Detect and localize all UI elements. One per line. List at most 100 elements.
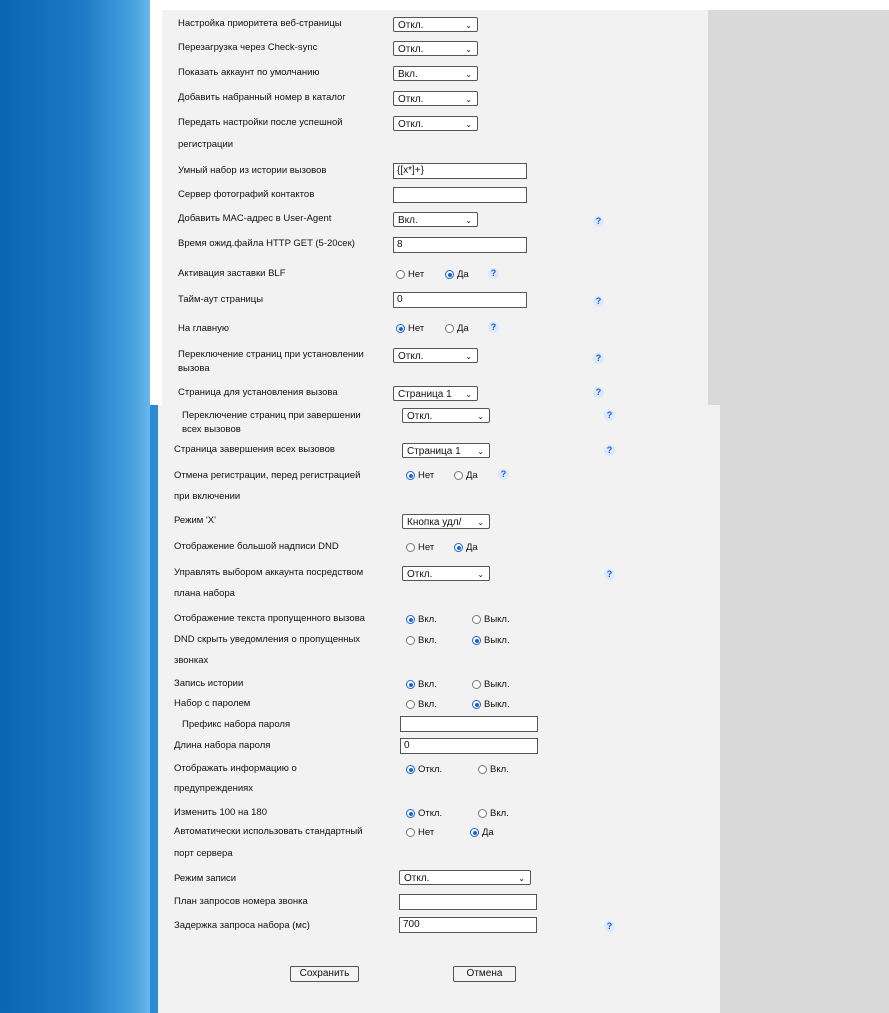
radio-label: Вкл. bbox=[418, 679, 437, 690]
help-icon[interactable]: ? bbox=[604, 921, 615, 932]
help-icon[interactable]: ? bbox=[488, 268, 499, 279]
end-calls-page-select[interactable]: Страница 1 ⌄ bbox=[402, 443, 490, 458]
left-sidebar-strip bbox=[150, 405, 158, 1013]
radio-circle bbox=[406, 615, 415, 624]
select-value: Откл. bbox=[398, 94, 424, 105]
password-prefix-input[interactable] bbox=[400, 716, 538, 732]
change-off-radio[interactable]: Откл. bbox=[406, 808, 442, 819]
ring-number-plan-input[interactable] bbox=[399, 894, 537, 910]
transfer-settings-label: Передать настройки после успешной bbox=[178, 117, 343, 128]
page-switch-call-select[interactable]: Откл. ⌄ bbox=[393, 348, 478, 363]
auto-port-label: Автоматически использовать стандартный bbox=[174, 826, 363, 837]
select-value: Откл. bbox=[404, 873, 430, 884]
help-icon[interactable]: ? bbox=[604, 445, 615, 456]
blf-no-radio[interactable]: Нет bbox=[396, 269, 424, 280]
radio-circle bbox=[472, 680, 481, 689]
radio-circle bbox=[478, 809, 487, 818]
add-dialed-select[interactable]: Откл. ⌄ bbox=[393, 91, 478, 106]
photo-server-input[interactable] bbox=[393, 187, 527, 203]
radio-label: Да bbox=[457, 269, 469, 280]
reboot-checksync-select[interactable]: Откл. ⌄ bbox=[393, 41, 478, 56]
page-switch-end-select[interactable]: Откл. ⌄ bbox=[402, 408, 490, 423]
mac-useragent-select[interactable]: Вкл. ⌄ bbox=[393, 212, 478, 227]
chevron-down-icon: ⌄ bbox=[477, 570, 484, 579]
dnd-hide-label-2: звонках bbox=[174, 655, 209, 666]
chevron-down-icon: ⌄ bbox=[477, 518, 484, 527]
select-value: Откл. bbox=[407, 569, 433, 580]
page-timeout-input[interactable]: 0 bbox=[393, 292, 527, 308]
radio-circle bbox=[396, 324, 405, 333]
radio-label: Да bbox=[457, 323, 469, 334]
http-get-timeout-input[interactable]: 8 bbox=[393, 237, 527, 253]
password-dial-on-radio[interactable]: Вкл. bbox=[406, 699, 437, 710]
radio-circle bbox=[406, 543, 415, 552]
big-dnd-yes-radio[interactable]: Да bbox=[454, 542, 478, 553]
account-dialplan-select[interactable]: Откл. ⌄ bbox=[402, 566, 490, 581]
account-dialplan-label: Управлять выбором аккаунта посредством bbox=[174, 567, 364, 578]
record-mode-select[interactable]: Откл. ⌄ bbox=[399, 870, 531, 885]
password-dial-off-radio[interactable]: Выкл. bbox=[472, 699, 510, 710]
home-yes-radio[interactable]: Да bbox=[445, 323, 469, 334]
help-icon[interactable]: ? bbox=[604, 569, 615, 580]
dnd-hide-label: DND скрыть уведомления о пропущенных bbox=[174, 634, 361, 645]
radio-circle bbox=[470, 828, 479, 837]
call-setup-page-select[interactable]: Страница 1 ⌄ bbox=[393, 386, 478, 401]
warnings-off-radio[interactable]: Откл. bbox=[406, 764, 442, 775]
help-icon[interactable]: ? bbox=[488, 322, 499, 333]
cancel-button[interactable]: Отмена bbox=[453, 966, 516, 982]
radio-circle bbox=[406, 700, 415, 709]
auto-port-yes-radio[interactable]: Да bbox=[470, 827, 494, 838]
chevron-down-icon: ⌄ bbox=[465, 390, 472, 399]
dial-delay-input[interactable]: 700 bbox=[399, 917, 537, 933]
select-value: Откл. bbox=[398, 351, 424, 362]
missed-text-label: Отображение текста пропущенного вызова bbox=[174, 613, 365, 624]
big-dnd-label: Отображение большой надписи DND bbox=[174, 541, 339, 552]
blf-yes-radio[interactable]: Да bbox=[445, 269, 469, 280]
radio-label: Нет bbox=[408, 323, 425, 334]
radio-circle bbox=[406, 765, 415, 774]
select-value: Откл. bbox=[398, 44, 424, 55]
show-default-account-select[interactable]: Вкл. ⌄ bbox=[393, 66, 478, 81]
warnings-on-radio[interactable]: Вкл. bbox=[478, 764, 509, 775]
warnings-label-2: предупреждениях bbox=[174, 783, 254, 794]
chevron-down-icon: ⌄ bbox=[518, 874, 525, 883]
select-value: Страница 1 bbox=[398, 389, 452, 400]
smart-dial-input[interactable]: {[x*]+} bbox=[393, 163, 527, 179]
help-icon[interactable]: ? bbox=[593, 296, 604, 307]
help-icon[interactable]: ? bbox=[593, 387, 604, 398]
end-calls-page-label: Страница завершения всех вызовов bbox=[174, 444, 335, 455]
radio-circle bbox=[406, 809, 415, 818]
change-on-radio[interactable]: Вкл. bbox=[478, 808, 509, 819]
password-dial-label: Набор с паролем bbox=[174, 698, 251, 709]
home-no-radio[interactable]: Нет bbox=[396, 323, 424, 334]
web-priority-select[interactable]: Откл. ⌄ bbox=[393, 17, 478, 32]
unregister-yes-radio[interactable]: Да bbox=[454, 470, 478, 481]
help-icon[interactable]: ? bbox=[498, 469, 509, 480]
missed-text-on-radio[interactable]: Вкл. bbox=[406, 614, 437, 625]
select-value: Кнопка удл/ bbox=[407, 517, 462, 528]
page-switch-call-label-2: вызова bbox=[178, 363, 210, 374]
history-off-radio[interactable]: Выкл. bbox=[472, 679, 510, 690]
auto-port-no-radio[interactable]: Нет bbox=[406, 827, 434, 838]
smart-dial-label: Умный набор из истории вызовов bbox=[178, 165, 327, 176]
radio-label: Откл. bbox=[418, 764, 443, 775]
radio-label: Нет bbox=[408, 269, 425, 280]
help-icon[interactable]: ? bbox=[593, 216, 604, 227]
dnd-hide-on-radio[interactable]: Вкл. bbox=[406, 635, 437, 646]
password-length-input[interactable]: 0 bbox=[400, 738, 538, 754]
chevron-down-icon: ⌄ bbox=[465, 45, 472, 54]
x-mode-select[interactable]: Кнопка удл/ ⌄ bbox=[402, 514, 490, 529]
transfer-settings-select[interactable]: Откл. ⌄ bbox=[393, 116, 478, 131]
dial-delay-label: Задержка запроса набора (мс) bbox=[174, 920, 310, 931]
big-dnd-no-radio[interactable]: Нет bbox=[406, 542, 434, 553]
chevron-down-icon: ⌄ bbox=[465, 120, 472, 129]
save-button[interactable]: Сохранить bbox=[290, 966, 359, 982]
help-icon[interactable]: ? bbox=[593, 353, 604, 364]
missed-text-off-radio[interactable]: Выкл. bbox=[472, 614, 510, 625]
select-value: Вкл. bbox=[398, 69, 418, 80]
help-icon[interactable]: ? bbox=[604, 410, 615, 421]
history-on-radio[interactable]: Вкл. bbox=[406, 679, 437, 690]
chevron-down-icon: ⌄ bbox=[465, 21, 472, 30]
unregister-no-radio[interactable]: Нет bbox=[406, 470, 434, 481]
dnd-hide-off-radio[interactable]: Выкл. bbox=[472, 635, 510, 646]
